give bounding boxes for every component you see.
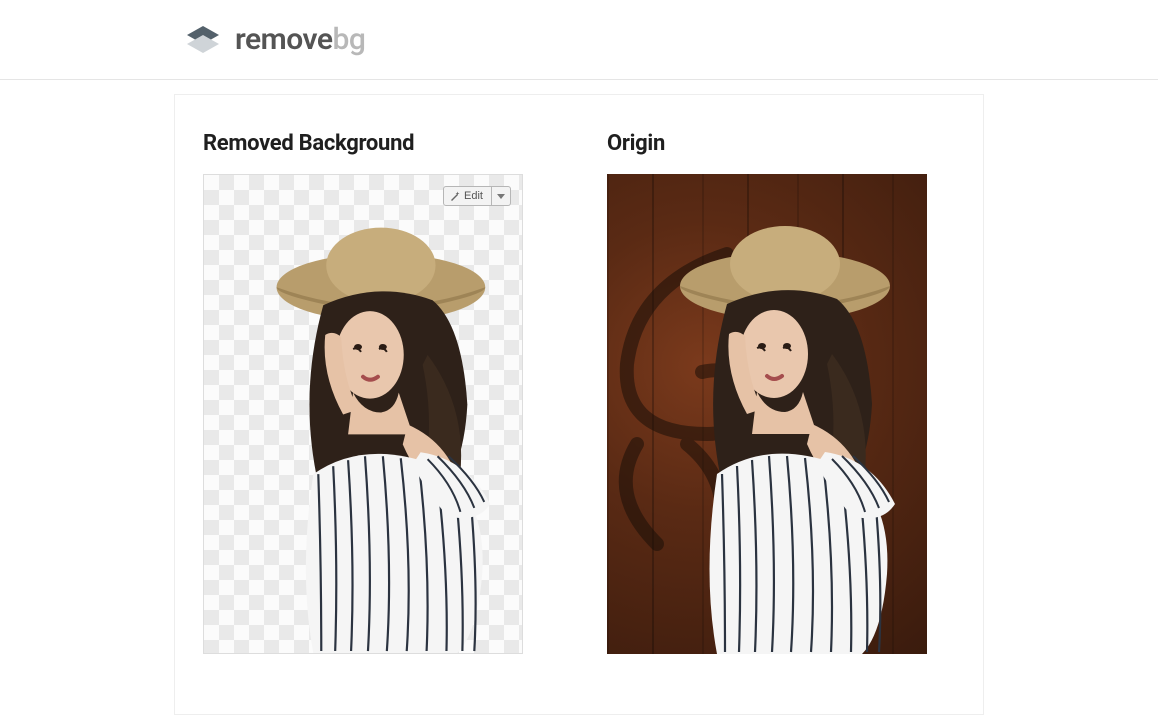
chevron-down-icon <box>497 194 505 199</box>
layers-icon <box>185 22 221 58</box>
main-area: Removed Background Edit <box>0 80 1158 715</box>
subject-cutout-icon <box>204 175 522 653</box>
brand-logo[interactable]: removebg <box>185 22 365 58</box>
removed-bg-title: Removed Background <box>203 131 551 156</box>
origin-image[interactable] <box>607 174 927 654</box>
magic-wand-icon <box>450 191 460 201</box>
brand-text-part1: remove <box>235 22 332 57</box>
brand-text-part2: bg <box>332 22 365 57</box>
origin-title: Origin <box>607 131 955 156</box>
removed-bg-column: Removed Background Edit <box>175 131 579 654</box>
brand-text: removebg <box>235 22 365 57</box>
origin-column: Origin <box>579 131 983 654</box>
result-card: Removed Background Edit <box>174 94 984 715</box>
edit-button[interactable]: Edit <box>443 186 492 206</box>
edit-dropdown-button[interactable] <box>492 186 511 206</box>
topbar: removebg <box>0 0 1158 80</box>
edit-button-label: Edit <box>464 190 483 202</box>
removed-bg-image[interactable]: Edit <box>203 174 523 654</box>
edit-button-group: Edit <box>443 186 511 206</box>
subject-original-icon <box>607 174 927 654</box>
